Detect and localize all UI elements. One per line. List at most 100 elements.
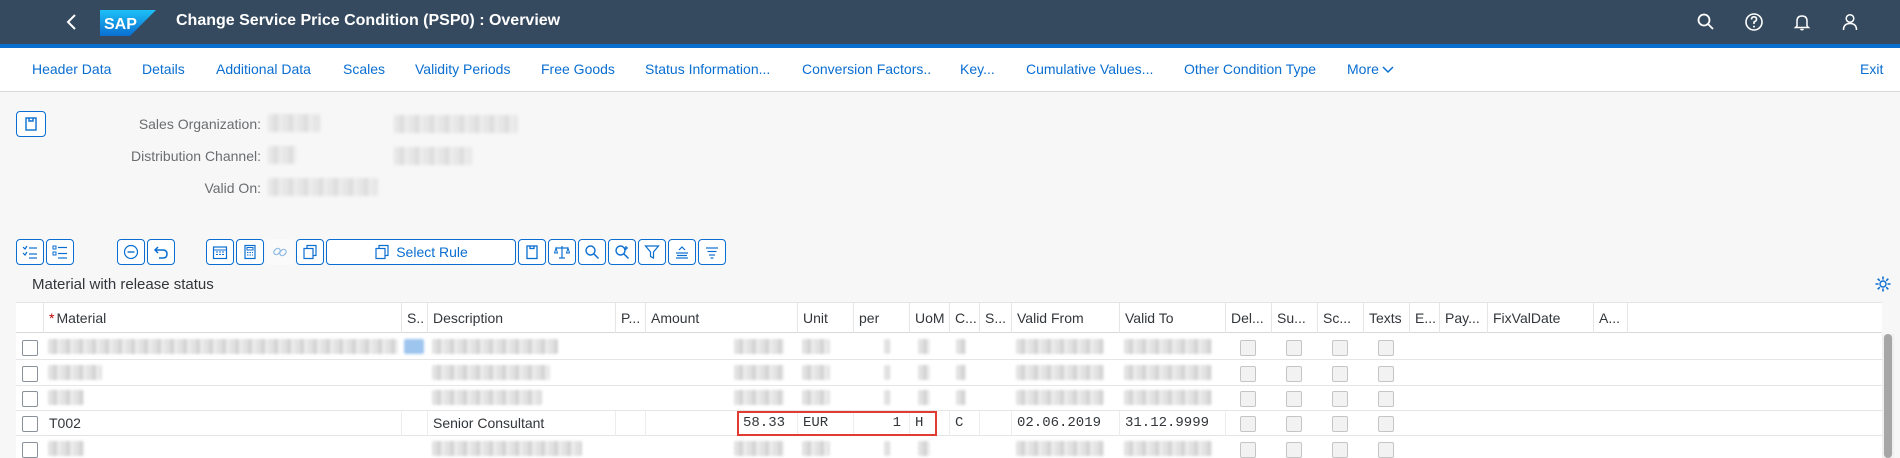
copy-button[interactable] [296, 239, 324, 265]
table-row[interactable] [16, 361, 1882, 386]
menu-key[interactable]: Key... [960, 61, 995, 77]
calendar-button[interactable] [206, 239, 234, 265]
menu-additional-data[interactable]: Additional Data [216, 61, 311, 77]
blurred-amount [734, 365, 784, 380]
notifications-icon[interactable] [1792, 12, 1812, 32]
del-checkbox[interactable] [1240, 391, 1256, 407]
col-description[interactable]: Description [428, 303, 616, 333]
col-material[interactable]: * Material [44, 303, 402, 333]
header-display-button[interactable] [16, 111, 46, 137]
del-checkbox[interactable] [1240, 442, 1256, 458]
row-checkbox[interactable] [22, 340, 38, 356]
sc-checkbox[interactable] [1332, 416, 1348, 432]
col-fixvaldate[interactable]: FixValDate [1488, 303, 1594, 333]
col-pay[interactable]: Pay... [1440, 303, 1488, 333]
texts-checkbox[interactable] [1378, 442, 1394, 458]
sc-checkbox[interactable] [1332, 391, 1348, 407]
menu-scales[interactable]: Scales [343, 61, 385, 77]
gear-icon[interactable] [1874, 275, 1892, 293]
col-s2[interactable]: S... [980, 303, 1012, 333]
table-row[interactable] [16, 386, 1882, 411]
su-checkbox[interactable] [1286, 366, 1302, 382]
col-valid-to[interactable]: Valid To [1120, 303, 1226, 333]
menu-validity-periods[interactable]: Validity Periods [415, 61, 510, 77]
texts-checkbox[interactable] [1378, 391, 1394, 407]
row-checkbox[interactable] [22, 391, 38, 407]
col-e[interactable]: E... [1410, 303, 1440, 333]
col-valid-from[interactable]: Valid From [1012, 303, 1120, 333]
sc-checkbox[interactable] [1332, 366, 1348, 382]
menu-exit[interactable]: Exit [1860, 61, 1883, 77]
undo-button[interactable] [147, 239, 175, 265]
row-checkbox[interactable] [22, 366, 38, 382]
del-checkbox[interactable] [1240, 416, 1256, 432]
p-cell[interactable] [616, 411, 646, 436]
c-cell[interactable]: C [950, 411, 980, 436]
menu-status-information[interactable]: Status Information... [645, 61, 770, 77]
menu-other-condition-type[interactable]: Other Condition Type [1184, 61, 1316, 77]
user-icon[interactable] [1840, 12, 1860, 32]
back-icon[interactable] [62, 12, 82, 32]
scales-button[interactable] [548, 239, 576, 265]
texts-checkbox[interactable] [1378, 366, 1394, 382]
link-button[interactable] [266, 239, 294, 265]
col-p[interactable]: P... [616, 303, 646, 333]
help-icon[interactable] [1744, 12, 1764, 32]
su-checkbox[interactable] [1286, 416, 1302, 432]
menu-free-goods[interactable]: Free Goods [541, 61, 615, 77]
table-row[interactable] [16, 437, 1882, 458]
row-checkbox[interactable] [22, 416, 38, 432]
col-s[interactable]: S.. [402, 303, 428, 333]
search-plus-icon [615, 245, 630, 260]
col-unit[interactable]: Unit [798, 303, 854, 333]
col-su[interactable]: Su... [1272, 303, 1318, 333]
material-cell[interactable]: T002 [44, 411, 402, 436]
sort-descending-button[interactable] [698, 239, 726, 265]
sc-checkbox[interactable] [1332, 442, 1348, 458]
menu-more[interactable]: More [1347, 61, 1394, 77]
su-checkbox[interactable] [1286, 442, 1302, 458]
description-cell[interactable]: Senior Consultant [428, 411, 616, 436]
del-checkbox[interactable] [1240, 366, 1256, 382]
table-row[interactable] [16, 335, 1882, 360]
clipboard-button[interactable] [518, 239, 546, 265]
col-del[interactable]: Del... [1226, 303, 1272, 333]
deselect-all-button[interactable] [46, 239, 74, 265]
filter-button[interactable] [638, 239, 666, 265]
valid-from-cell[interactable]: 02.06.2019 [1012, 411, 1120, 436]
del-checkbox[interactable] [1240, 340, 1256, 356]
col-selector[interactable] [16, 303, 44, 333]
col-a[interactable]: A... [1594, 303, 1628, 333]
row-checkbox[interactable] [22, 442, 38, 458]
menu-cumulative-values[interactable]: Cumulative Values... [1026, 61, 1153, 77]
menu-conversion-factors[interactable]: Conversion Factors.. [802, 61, 931, 77]
calculator-button[interactable] [236, 239, 264, 265]
su-checkbox[interactable] [1286, 391, 1302, 407]
menu-details[interactable]: Details [142, 61, 185, 77]
texts-checkbox[interactable] [1378, 416, 1394, 432]
valid-to-cell[interactable]: 31.12.9999 [1120, 411, 1226, 436]
select-rule-button[interactable]: Select Rule [326, 239, 516, 265]
col-amount[interactable]: Amount [646, 303, 798, 333]
col-c[interactable]: C... [950, 303, 980, 333]
col-texts[interactable]: Texts [1364, 303, 1410, 333]
delete-row-button[interactable] [117, 239, 145, 265]
scrollbar-thumb[interactable] [1884, 334, 1892, 458]
status-cell[interactable] [402, 411, 428, 436]
find-button[interactable] [578, 239, 606, 265]
col-per[interactable]: per [854, 303, 910, 333]
find-next-button[interactable] [608, 239, 636, 265]
su-checkbox[interactable] [1286, 340, 1302, 356]
select-all-button[interactable] [16, 239, 44, 265]
sort-ascending-button[interactable] [668, 239, 696, 265]
blurred-c [956, 365, 966, 380]
table-row[interactable]: T002 Senior Consultant 58.33 EUR 1 H C 0… [16, 411, 1882, 436]
col-sc[interactable]: Sc... [1318, 303, 1364, 333]
menu-header-data[interactable]: Header Data [32, 61, 111, 77]
texts-checkbox[interactable] [1378, 340, 1394, 356]
col-uom[interactable]: UoM [910, 303, 950, 333]
search-icon[interactable] [1696, 12, 1716, 32]
sc-checkbox[interactable] [1332, 340, 1348, 356]
blurred-valid-to [1124, 365, 1212, 380]
s-cell[interactable] [980, 411, 1012, 436]
